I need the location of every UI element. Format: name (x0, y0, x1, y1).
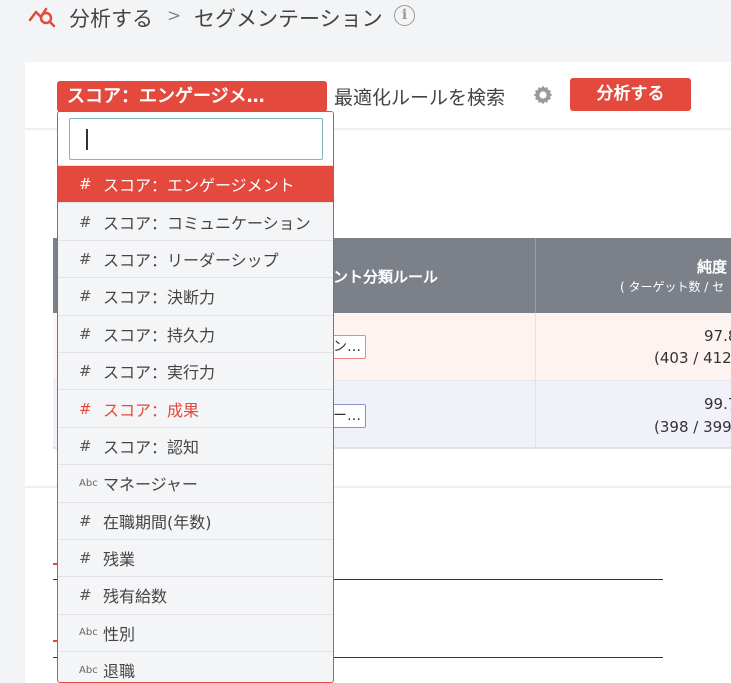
number-icon: # (79, 511, 92, 530)
dropdown-item[interactable]: # 残業 (58, 538, 333, 576)
dropdown-item-label: スコア：決断力 (103, 288, 216, 308)
number-icon: # (79, 549, 92, 568)
rule-tag[interactable]: ン… (330, 335, 366, 359)
purity-ratio: (398 / 399 (654, 418, 731, 436)
dropdown-item-label: 性別 (103, 624, 136, 644)
cell-separator (535, 313, 536, 381)
number-icon: # (79, 175, 92, 194)
number-icon: # (79, 586, 92, 605)
page-title: セグメンテーション (194, 7, 383, 31)
dropdown-item[interactable]: # スコア：コミュニケーション (58, 202, 333, 239)
dropdown-item-label: マネージャー (103, 475, 198, 495)
column-separator (535, 238, 536, 313)
text-type-icon: Abc (79, 627, 98, 639)
purity-ratio: (403 / 412 (654, 349, 731, 367)
dropdown-item[interactable]: # スコア：リーダーシップ (58, 239, 333, 277)
number-icon: # (79, 436, 92, 455)
text-type-icon: Abc (79, 664, 98, 676)
number-icon: # (79, 212, 92, 231)
dropdown-item-label: 残業 (103, 550, 136, 570)
number-icon: # (79, 287, 92, 306)
variable-select-button[interactable]: スコア：エンゲージメ… (57, 81, 327, 112)
purity-value: 99.7 (704, 395, 731, 413)
column-header-purity: 純度 (697, 258, 728, 276)
dropdown-item-label: 在職期間(年数) (103, 512, 212, 532)
dropdown-item[interactable]: # スコア：エンゲージメント (58, 165, 333, 203)
number-icon: # (79, 249, 92, 268)
breadcrumb: 分析する > セグメンテーション i (0, 0, 731, 34)
dropdown-item-label: スコア：実行力 (103, 363, 216, 383)
dropdown-item[interactable]: # スコア：実行力 (58, 351, 333, 389)
dropdown-item-label: 退職 (103, 662, 136, 682)
column-header-purity-sub: ( ターゲット数 / セ (620, 280, 725, 294)
dropdown-list: # スコア：エンゲージメント # スコア：コミュニケーション # スコア：リーダーシッ… (58, 165, 333, 682)
info-icon[interactable]: i (394, 5, 415, 26)
cell-separator (535, 381, 536, 449)
dropdown-item[interactable]: Abc 退職 (58, 651, 333, 682)
analytics-logo-icon (28, 7, 56, 28)
breadcrumb-analyze-link[interactable]: 分析する (69, 3, 153, 33)
dropdown-item[interactable]: # スコア：成果 (58, 389, 333, 426)
dropdown-item-label: スコア：成果 (103, 400, 200, 420)
dropdown-item-label: スコア：リーダーシップ (103, 250, 279, 270)
purity-value: 97.8 (704, 327, 731, 345)
dropdown-search-input[interactable] (69, 118, 323, 160)
breadcrumb-separator: > (167, 6, 182, 26)
dropdown-item[interactable]: # 在職期間(年数) (58, 501, 333, 539)
optimize-rule-search-label[interactable]: 最適化ルールを検索 (334, 83, 505, 110)
dropdown-item[interactable]: # 残有給数 (58, 576, 333, 613)
dropdown-search-area (58, 112, 333, 165)
dropdown-item-label: スコア：コミュニケーション (103, 213, 311, 233)
gear-icon[interactable] (531, 83, 555, 107)
number-icon: # (79, 362, 92, 381)
number-icon: # (79, 399, 92, 418)
dropdown-item[interactable]: # スコア：持久力 (58, 314, 333, 352)
text-caret (86, 129, 88, 150)
variable-dropdown: # スコア：エンゲージメント # スコア：コミュニケーション # スコア：リーダーシッ… (57, 111, 334, 683)
dropdown-item[interactable]: Abc 性別 (58, 613, 333, 651)
column-header-rule: ント分類ルール (333, 268, 439, 286)
dropdown-item[interactable]: # スコア：決断力 (58, 277, 333, 314)
number-icon: # (79, 324, 92, 343)
dropdown-item-label: スコア：持久力 (103, 325, 216, 345)
rule-tag[interactable]: ー… (330, 404, 366, 428)
dropdown-item-label: スコア：認知 (103, 437, 200, 457)
text-type-icon: Abc (79, 477, 98, 489)
dropdown-item-label: 残有給数 (103, 587, 168, 607)
dropdown-item-label: スコア：エンゲージメント (103, 176, 295, 196)
analyze-button[interactable]: 分析する (570, 78, 691, 111)
dropdown-item[interactable]: Abc マネージャー (58, 464, 333, 501)
dropdown-item[interactable]: # スコア：認知 (58, 426, 333, 464)
